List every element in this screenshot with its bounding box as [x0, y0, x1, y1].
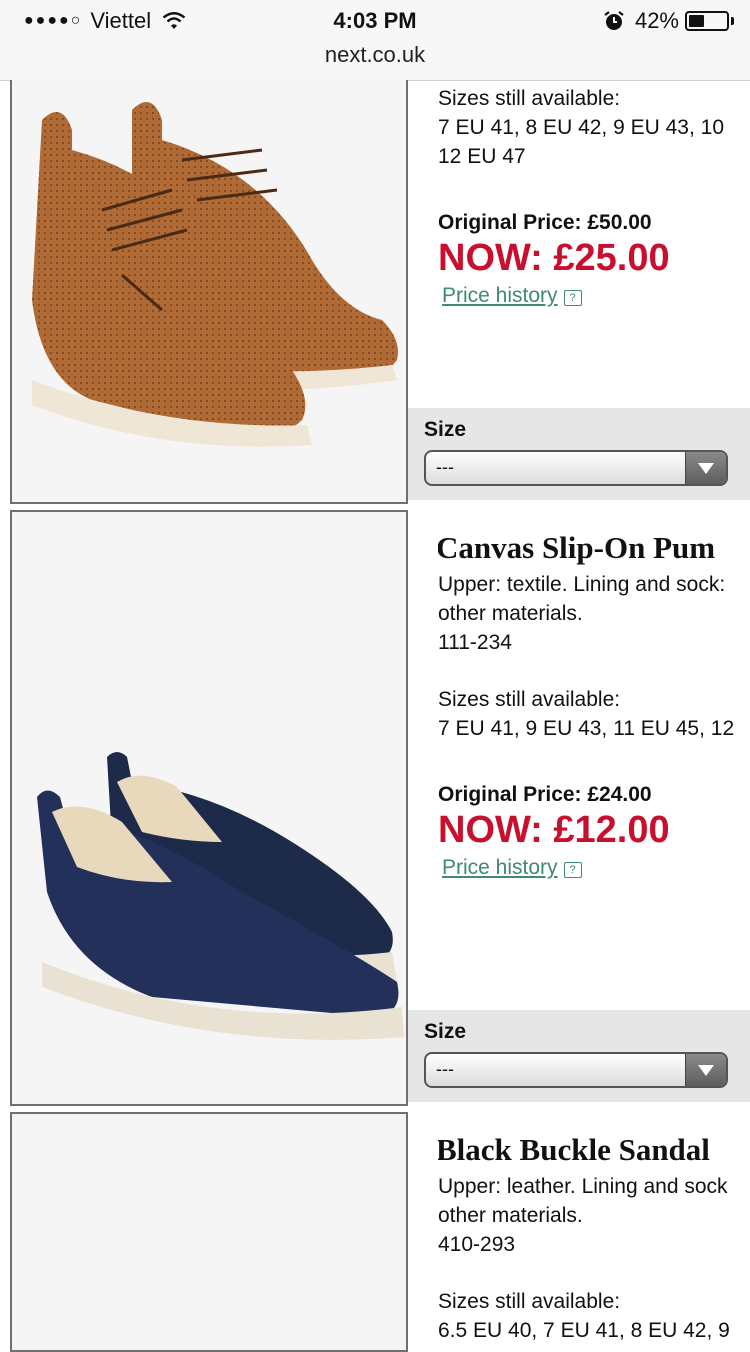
battery-tip: [731, 17, 734, 25]
battery-level: [689, 15, 705, 27]
status-right: 42%: [603, 8, 734, 34]
battery-icon: [685, 11, 729, 31]
sizes-list-more: 12 EU 47: [438, 145, 526, 168]
sizes-list: 7 EU 41, 8 EU 42, 9 EU 43, 10: [438, 116, 725, 139]
size-panel: Size ---: [408, 408, 750, 500]
sizes-list: 6.5 EU 40, 7 EU 41, 8 EU 42, 9: [438, 1319, 730, 1342]
product-info: Black Buckle Sandal Upper: leather. Lini…: [438, 1132, 750, 1345]
size-select[interactable]: ---: [424, 450, 728, 486]
product-code: 111-234: [438, 631, 512, 654]
product-title[interactable]: Black Buckle Sandal: [438, 1132, 750, 1168]
product-info: Sizes still available: 7 EU 41, 8 EU 42,…: [438, 84, 750, 308]
battery-percent: 42%: [634, 8, 679, 33]
size-select[interactable]: ---: [424, 1052, 728, 1088]
info-icon[interactable]: ?: [563, 861, 582, 878]
original-price: Original Price: £50.00: [438, 211, 652, 234]
alarm-icon: [604, 11, 624, 30]
now-price: NOW: £25.00: [438, 237, 670, 279]
url-bar[interactable]: next.co.uk: [0, 42, 750, 68]
product-info: Canvas Slip-On Pum Upper: textile. Linin…: [438, 530, 750, 880]
price-history-label[interactable]: Price history: [442, 856, 558, 880]
product-image[interactable]: [10, 80, 408, 504]
status-bar: ●●●●○ Viettel 4:03 PM 42% next.co.uk: [0, 0, 750, 81]
product-image[interactable]: [10, 1112, 408, 1352]
size-select-value: ---: [436, 1059, 454, 1079]
brown-chukka-boot-image: [12, 80, 406, 502]
product-description-more: other materials.: [438, 602, 583, 625]
now-price: NOW: £12.00: [438, 809, 670, 851]
sizes-heading: Sizes still available:: [438, 87, 621, 110]
size-label: Size: [424, 418, 467, 441]
product-description: Upper: leather. Lining and sock: [438, 1175, 728, 1198]
size-select-value: ---: [436, 457, 454, 477]
navy-slip-on-image: [12, 512, 406, 1104]
product-image[interactable]: [10, 510, 408, 1106]
info-icon[interactable]: ?: [563, 289, 582, 306]
sizes-heading: Sizes still available:: [438, 1290, 621, 1313]
product-code: 410-293: [438, 1233, 516, 1256]
price-history-link[interactable]: Price history?: [438, 284, 750, 308]
sizes-heading: Sizes still available:: [438, 688, 621, 711]
sizes-list: 7 EU 41, 9 EU 43, 11 EU 45, 12: [438, 717, 735, 740]
price-history-link[interactable]: Price history?: [438, 856, 750, 880]
size-panel: Size ---: [408, 1010, 750, 1102]
price-history-label[interactable]: Price history: [442, 284, 558, 308]
product-description: Upper: textile. Lining and sock:: [438, 573, 726, 596]
product-description-more: other materials.: [438, 1204, 583, 1227]
chevron-down-icon[interactable]: [685, 452, 726, 484]
product-title[interactable]: Canvas Slip-On Pum: [438, 530, 750, 566]
size-label: Size: [424, 1020, 467, 1043]
chevron-down-icon[interactable]: [685, 1054, 726, 1086]
original-price: Original Price: £24.00: [438, 783, 652, 806]
